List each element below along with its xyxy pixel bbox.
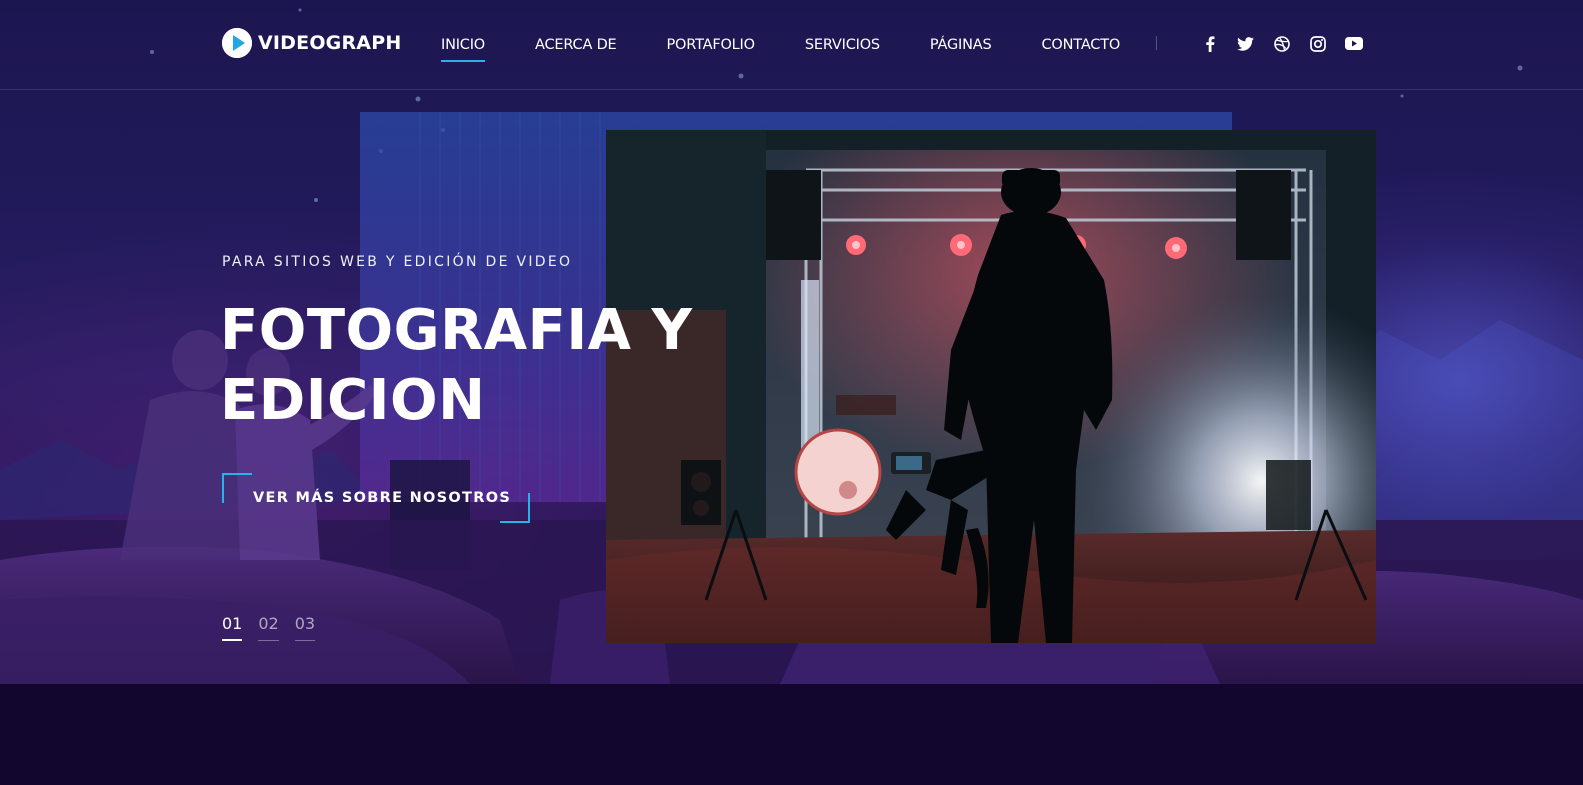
slide-dot-2[interactable]: 02 [258, 614, 279, 641]
nav-item-paginas[interactable]: PÁGINAS [930, 0, 992, 90]
slide-dot-3[interactable]: 03 [294, 614, 316, 641]
nav-divider [1156, 36, 1157, 50]
page-bottom-band [0, 684, 1583, 785]
nav-item-servicios[interactable]: SERVICIOS [805, 0, 880, 90]
about-us-button[interactable]: VER MÁS SOBRE NOSOTROS [222, 473, 532, 523]
instagram-icon[interactable] [1308, 34, 1327, 53]
nav-item-portafolio[interactable]: PORTAFOLIO [667, 0, 756, 90]
dribbble-icon[interactable] [1272, 34, 1291, 53]
nav-item-inicio[interactable]: INICIO [441, 0, 485, 90]
twitter-icon[interactable] [1236, 34, 1255, 53]
main-navigation: INICIO ACERCA DE PORTAFOLIO SERVICIOS PÁ… [441, 0, 1120, 90]
facebook-icon[interactable] [1200, 34, 1219, 53]
hero-headline-line2: EDICION [220, 368, 486, 433]
slide-dot-1[interactable]: 01 [222, 614, 243, 641]
brand-name: VIDEOGRAPH [258, 32, 402, 54]
brand-logo[interactable]: VIDEOGRAPH [222, 28, 401, 58]
hero-headline: FOTOGRAFIA Y EDICION [220, 296, 740, 436]
hero-eyebrow: PARA SITIOS WEB Y EDICIÓN DE VIDEO [222, 254, 573, 270]
hero-headline-line1: FOTOGRAFIA Y [220, 298, 693, 363]
about-us-button-label: VER MÁS SOBRE NOSOTROS [253, 490, 512, 506]
slider-pagination: 01 02 03 [222, 614, 316, 641]
cta-corner-bottom-right [500, 493, 530, 523]
social-links [1200, 34, 1363, 53]
cta-corner-top-left [222, 473, 252, 503]
play-icon [222, 28, 252, 58]
site-header: VIDEOGRAPH INICIO ACERCA DE PORTAFOLIO S… [0, 0, 1583, 90]
nav-item-contacto[interactable]: CONTACTO [1042, 0, 1121, 90]
nav-item-acerca-de[interactable]: ACERCA DE [535, 0, 617, 90]
youtube-icon[interactable] [1344, 34, 1363, 53]
